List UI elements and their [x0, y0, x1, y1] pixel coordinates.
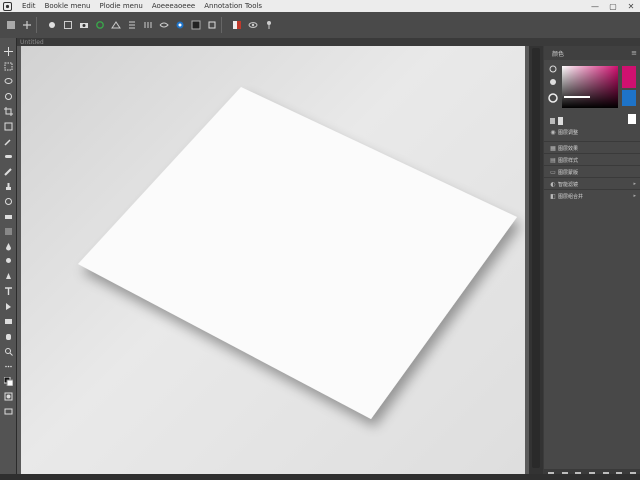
panel-menu-icon[interactable]: ≡: [631, 49, 637, 57]
edit-toolbar-icon[interactable]: [3, 361, 13, 371]
document-tab[interactable]: Untitled: [20, 39, 44, 46]
color-tools: [546, 62, 560, 110]
pin-icon[interactable]: [263, 20, 274, 31]
app-logo-icon[interactable]: [1, 1, 13, 11]
list-item-label: 图层效果: [558, 145, 579, 152]
scrollbar-thumb[interactable]: [532, 48, 540, 468]
window-controls: — ▢ ✕: [586, 0, 640, 12]
brush-tool-icon[interactable]: [3, 166, 13, 176]
tool-preset-icon[interactable]: [5, 20, 16, 31]
color-panel-tab[interactable]: 颜色 ≡: [544, 46, 640, 60]
list-item-label: 图层组合并: [558, 193, 584, 200]
type-tool-icon[interactable]: [3, 286, 13, 296]
move-tool-icon[interactable]: [3, 46, 13, 56]
list-item[interactable]: ◧ 图层组合并 ▸: [544, 189, 640, 202]
eye-icon[interactable]: [247, 20, 258, 31]
lasso-tool-icon[interactable]: [3, 76, 13, 86]
list-item-label: 图层蒙版: [558, 169, 579, 176]
zoom-tool-icon[interactable]: [3, 346, 13, 356]
mask-icon: ▭: [550, 168, 556, 176]
right-panel: 颜色 ≡ ◉ 图层调整 ▦ 图层效果 ▤ 图层样式 ▭ 图层蒙版 ◐ 智能滤镜 …: [544, 46, 640, 474]
record-icon[interactable]: [46, 20, 57, 31]
screen-mode-icon[interactable]: [3, 406, 13, 416]
divider: [36, 17, 37, 33]
crop-icon[interactable]: [206, 20, 217, 31]
blur-tool-icon[interactable]: [3, 241, 13, 251]
refresh-icon[interactable]: [94, 20, 105, 31]
paper-sheet: [78, 87, 517, 419]
list-item-label: 图层样式: [558, 157, 579, 164]
eyedropper-tool-icon[interactable]: [3, 136, 13, 146]
menu-item-aoe[interactable]: Aoeeeaoeee: [152, 2, 195, 10]
move-icon[interactable]: [21, 20, 32, 31]
divider: [221, 17, 222, 33]
close-icon[interactable]: ✕: [622, 0, 640, 12]
crop-tool-icon[interactable]: [3, 106, 13, 116]
filter-icon: ◐: [550, 180, 556, 188]
quick-mask-icon[interactable]: [3, 391, 13, 401]
expand-arrow-icon[interactable]: ▸: [633, 181, 636, 187]
warp-icon[interactable]: [158, 20, 169, 31]
maximize-icon[interactable]: ▢: [604, 0, 622, 12]
pen-tool-icon[interactable]: [3, 271, 13, 281]
list-item[interactable]: ◉ 图层调整: [544, 126, 640, 138]
stamp-tool-icon[interactable]: [3, 181, 13, 191]
hand-tool-icon[interactable]: [3, 331, 13, 341]
swatch-icon[interactable]: [231, 20, 242, 31]
options-bar: [0, 12, 640, 39]
expand-arrow-icon[interactable]: ▸: [633, 193, 636, 199]
tools-panel: [0, 38, 17, 480]
quick-select-tool-icon[interactable]: [3, 91, 13, 101]
canvas[interactable]: [21, 46, 525, 474]
menu-bar: Edit Bookle menu Plodie menu Aoeeeaoeee …: [0, 0, 640, 12]
dodge-tool-icon[interactable]: [3, 256, 13, 266]
frame-tool-icon[interactable]: [3, 121, 13, 131]
healing-tool-icon[interactable]: [3, 151, 13, 161]
fx-icon: ▦: [550, 144, 556, 152]
shape-tool-icon[interactable]: [3, 316, 13, 326]
minimize-icon[interactable]: —: [586, 0, 604, 12]
menu-item-annotation[interactable]: Annotation Tools: [204, 2, 262, 10]
list-item-label: 图层调整: [558, 129, 579, 136]
image-icon[interactable]: [190, 20, 201, 31]
transform-icon[interactable]: [110, 20, 121, 31]
menu-item-edit[interactable]: Edit: [22, 2, 36, 10]
status-bar: [0, 474, 640, 480]
selection-icon[interactable]: [62, 20, 73, 31]
color-picker-field[interactable]: [562, 66, 636, 108]
style-icon: ▤: [550, 156, 556, 164]
marquee-tool-icon[interactable]: [3, 61, 13, 71]
camera-icon[interactable]: [78, 20, 89, 31]
eraser-tool-icon[interactable]: [3, 211, 13, 221]
vertical-scrollbar[interactable]: [529, 46, 543, 474]
menu-item-plodie[interactable]: Plodie menu: [99, 2, 142, 10]
group-icon: ◧: [550, 192, 556, 200]
path-select-tool-icon[interactable]: [3, 301, 13, 311]
gradient-tool-icon[interactable]: [3, 226, 13, 236]
globe-icon[interactable]: [174, 20, 185, 31]
document-window: [17, 46, 529, 474]
distribute-icon[interactable]: [142, 20, 153, 31]
list-item-label: 智能滤镜: [558, 181, 579, 188]
panel-tab-label: 颜色: [552, 50, 565, 58]
history-brush-tool-icon[interactable]: [3, 196, 13, 206]
menu-item-bookle[interactable]: Bookle menu: [45, 2, 91, 10]
foreground-color-icon[interactable]: [3, 376, 13, 386]
align-icon[interactable]: [126, 20, 137, 31]
brush-icon: ◉: [550, 128, 556, 136]
